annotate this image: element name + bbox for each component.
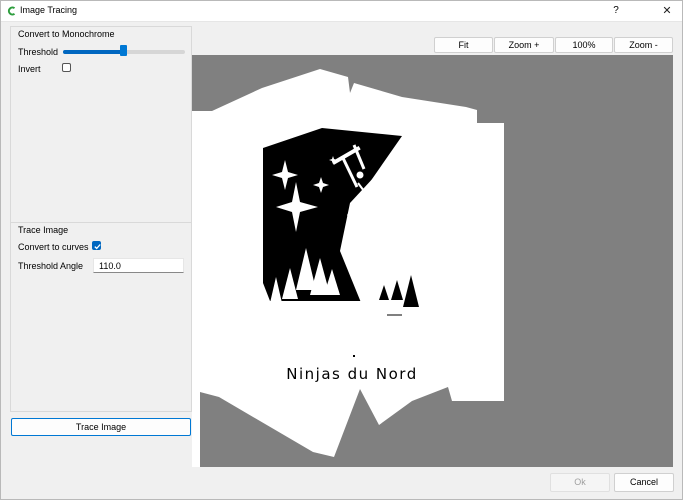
threshold-angle-input[interactable]: 110.0 — [93, 258, 184, 273]
zoom-100-button[interactable]: 100% — [555, 37, 613, 53]
invert-checkbox[interactable] — [62, 63, 71, 72]
threshold-slider-handle[interactable] — [120, 45, 127, 56]
convert-to-curves-checkbox[interactable] — [92, 241, 101, 250]
preview-area[interactable]: Ninjas du Nord — [192, 55, 673, 467]
image-tracing-dialog: Image Tracing ? ✕ Convert to Monochrome … — [0, 0, 683, 500]
cancel-button[interactable]: Cancel — [614, 473, 674, 492]
ok-button[interactable]: Ok — [550, 473, 610, 492]
title-bar: Image Tracing ? ✕ — [1, 1, 682, 22]
invert-label: Invert — [18, 64, 41, 74]
threshold-slider-fill — [63, 50, 124, 54]
logo-text: Ninjas du Nord — [286, 365, 417, 383]
trace-group: Trace Image Convert to curves Threshold … — [10, 222, 192, 412]
monochrome-group-title: Convert to Monochrome — [18, 29, 115, 39]
zoom-in-button[interactable]: Zoom + — [494, 37, 554, 53]
trace-group-title: Trace Image — [18, 225, 69, 235]
threshold-angle-label: Threshold Angle — [18, 261, 84, 271]
window-title: Image Tracing — [20, 5, 78, 15]
zoom-out-button[interactable]: Zoom - — [614, 37, 673, 53]
close-button[interactable]: ✕ — [657, 3, 677, 19]
trace-image-button[interactable]: Trace Image — [11, 418, 191, 436]
convert-to-curves-label: Convert to curves — [18, 242, 89, 252]
traced-logo-preview: Ninjas du Nord — [192, 69, 504, 467]
fit-button[interactable]: Fit — [434, 37, 493, 53]
checkmark-icon — [94, 244, 101, 250]
help-button[interactable]: ? — [607, 3, 625, 19]
app-icon — [7, 6, 16, 16]
threshold-label: Threshold — [18, 47, 59, 57]
monochrome-group: Convert to Monochrome Threshold Invert — [10, 26, 192, 223]
